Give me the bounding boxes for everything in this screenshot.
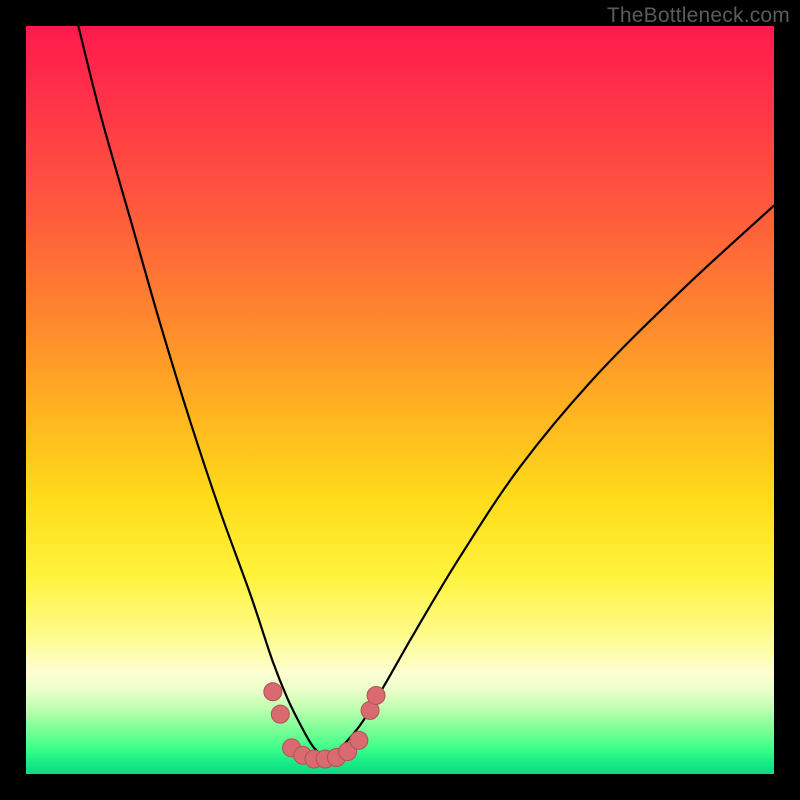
bottleneck-curve bbox=[78, 26, 774, 755]
chart-frame: TheBottleneck.com bbox=[0, 0, 800, 800]
highlight-marker bbox=[367, 686, 385, 704]
highlight-markers bbox=[264, 683, 385, 768]
highlight-marker bbox=[264, 683, 282, 701]
bottleneck-curve-svg bbox=[26, 26, 774, 774]
watermark-text: TheBottleneck.com bbox=[607, 4, 790, 28]
curve-layer bbox=[78, 26, 774, 755]
highlight-marker bbox=[271, 705, 289, 723]
plot-area bbox=[26, 26, 774, 774]
highlight-marker bbox=[350, 731, 368, 749]
